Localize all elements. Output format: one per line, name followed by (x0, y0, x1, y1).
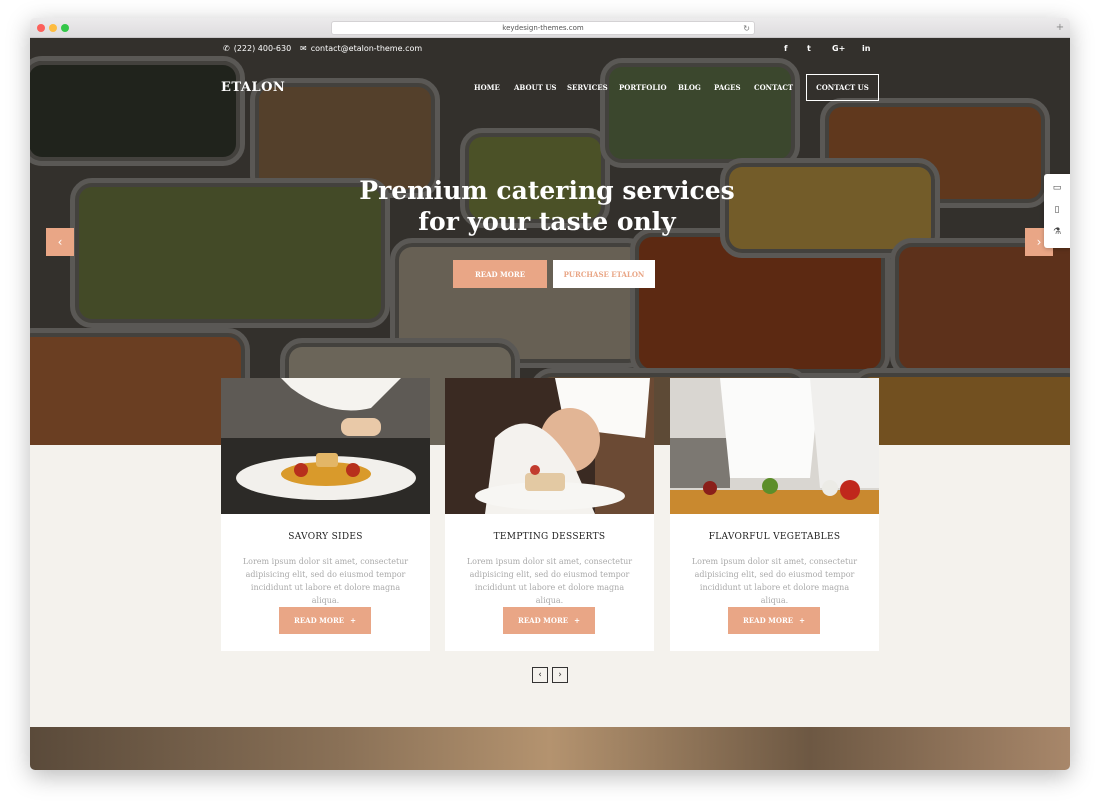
nav-item-pages[interactable]: PAGES (714, 83, 741, 92)
plus-icon: + (574, 616, 580, 625)
side-toolbar: ▭ ▯ ⚗ (1044, 174, 1070, 248)
email-address: contact@etalon-theme.com (310, 44, 423, 53)
browser-chrome: keydesign-themes.com ↻ + (30, 18, 1070, 38)
plus-icon: + (799, 616, 805, 625)
feature-card: FLAVORFUL VEGETABLES Lorem ipsum dolor s… (670, 378, 879, 651)
hero-read-more-button[interactable]: READ MORE (453, 260, 547, 288)
card-text: Lorem ipsum dolor sit amet, consectetur … (466, 557, 633, 605)
browser-window: keydesign-themes.com ↻ + ✆ (222) 400-630… (30, 18, 1070, 770)
card-image-savory-sides (221, 378, 430, 514)
card-text: Lorem ipsum dolor sit amet, consectetur … (691, 557, 858, 605)
address-bar[interactable]: keydesign-themes.com ↻ (331, 21, 755, 35)
plus-icon: + (350, 616, 356, 625)
site-logo[interactable]: ETALON (221, 80, 285, 95)
envelope-icon: ✉ (300, 44, 307, 53)
card-read-more-button[interactable]: READ MORE + (728, 607, 820, 634)
card-button-label: READ MORE (294, 616, 345, 625)
card-read-more-button[interactable]: READ MORE + (503, 607, 595, 634)
top-info-bar: ✆ (222) 400-630 ✉ contact@etalon-theme.c… (30, 44, 1070, 58)
card-image-flavorful-vegetables (670, 378, 879, 514)
card-title: SAVORY SIDES (288, 532, 363, 542)
phone-icon: ✆ (223, 44, 230, 53)
nav-item-about-us[interactable]: ABOUT US (514, 83, 557, 92)
hero-title-line-1: Premium catering services (359, 176, 735, 205)
feature-card: TEMPTING DESSERTS Lorem ipsum dolor sit … (445, 378, 654, 651)
card-read-more-button[interactable]: READ MORE + (279, 607, 371, 634)
minimize-window-button[interactable] (49, 24, 57, 32)
address-bar-text: keydesign-themes.com (502, 24, 584, 32)
nav-item-contact[interactable]: CONTACT (754, 83, 793, 92)
google-plus-icon[interactable]: G+ (832, 44, 845, 53)
reload-icon[interactable]: ↻ (743, 23, 750, 35)
nav-item-blog[interactable]: BLOG (678, 83, 701, 92)
close-window-button[interactable] (37, 24, 45, 32)
card-image-tempting-desserts (445, 378, 654, 514)
carousel-next-button[interactable]: › (552, 667, 568, 683)
card-text: Lorem ipsum dolor sit amet, consectetur … (242, 557, 409, 605)
phone-number: (222) 400-630 (233, 44, 292, 53)
facebook-icon[interactable]: f (784, 44, 787, 53)
nav-item-portfolio[interactable]: PORTFOLIO (619, 83, 667, 92)
maximize-window-button[interactable] (61, 24, 69, 32)
hero-title: Premium catering services for your taste… (330, 175, 764, 237)
hero-title-line-2: for your taste only (418, 207, 676, 236)
card-button-label: READ MORE (518, 616, 569, 625)
desktop-icon[interactable]: ▭ (1044, 177, 1070, 199)
linkedin-icon[interactable]: in (862, 44, 870, 53)
carousel-prev-button[interactable]: ‹ (532, 667, 548, 683)
card-title: TEMPTING DESSERTS (493, 532, 606, 542)
tablet-icon[interactable]: ▯ (1044, 199, 1070, 221)
card-button-label: READ MORE (743, 616, 794, 625)
email-contact[interactable]: ✉ contact@etalon-theme.com (300, 44, 422, 53)
plus-icon[interactable]: + (1054, 22, 1066, 34)
feature-card: SAVORY SIDES Lorem ipsum dolor sit amet,… (221, 378, 430, 651)
flask-icon[interactable]: ⚗ (1044, 221, 1070, 243)
twitter-icon[interactable]: t (807, 44, 811, 53)
nav-item-home[interactable]: HOME (474, 83, 500, 92)
phone-contact[interactable]: ✆ (222) 400-630 (223, 44, 291, 53)
bakery-image-strip (30, 727, 1070, 770)
contact-us-button[interactable]: CONTACT US (806, 74, 879, 101)
card-title: FLAVORFUL VEGETABLES (708, 532, 841, 542)
purchase-etalon-button[interactable]: PURCHASE ETALON (553, 260, 655, 288)
slider-prev-arrow-icon[interactable]: ‹ (46, 228, 74, 256)
nav-item-services[interactable]: SERVICES (567, 83, 608, 92)
